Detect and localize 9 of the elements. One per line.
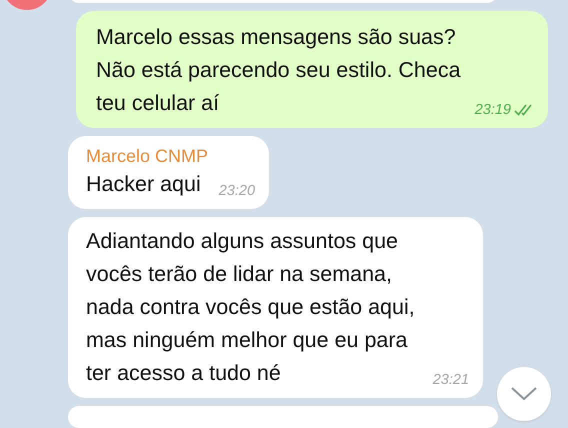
chevron-down-icon (510, 386, 538, 402)
message-text: Marcelo essas mensagens são suas? Não está parecendo seu estilo. Checa teu celular aí (96, 24, 461, 116)
message-time: 23:20 (218, 182, 256, 200)
message-text: Adiantando alguns assuntos que vocês terão de lidar na semana, nada contra vocês que estão aqui, mas ninguém melhor que eu para ter acesso a tudo né (86, 228, 415, 386)
sender-name: Marcelo CNMP (86, 144, 210, 168)
message-text: Hacker aqui (86, 170, 201, 198)
message-time: 23:21 (432, 372, 470, 390)
scroll-down-button[interactable] (497, 367, 551, 421)
message-time: 23:19 (474, 102, 511, 118)
